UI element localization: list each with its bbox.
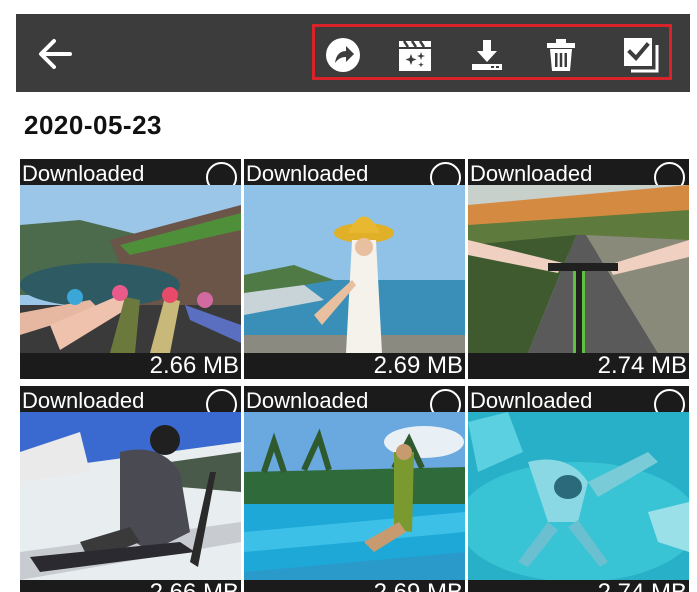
app-screen: 2020-05-23 Downloaded 2.66 MB Downloaded… [16,14,690,592]
file-size: 2.66 MB [150,580,239,592]
back-button[interactable] [34,36,74,72]
clapperboard-sparkle-icon [399,40,431,71]
arrow-left-icon [39,39,72,69]
top-toolbar [16,14,690,92]
media-tile[interactable]: Downloaded 2.69 MB [244,159,465,379]
download-status: Downloaded [22,161,145,186]
edit-video-button[interactable] [397,37,433,73]
file-size: 2.66 MB [149,352,239,379]
media-tile[interactable]: Downloaded 2.74 MB [468,386,689,592]
media-tile[interactable]: Downloaded 2.69 MB [244,386,465,592]
thumbnail [20,412,241,580]
download-button[interactable] [469,37,505,73]
select-all-button[interactable] [623,37,659,73]
thumbnail [468,185,689,353]
delete-button[interactable] [543,37,579,73]
file-size: 2.74 MB [597,352,687,379]
download-status: Downloaded [470,161,593,186]
action-group-highlight [312,24,672,80]
download-status: Downloaded [22,388,145,413]
download-icon [472,40,502,70]
share-icon [326,38,360,72]
thumbnail [468,412,689,580]
media-tile[interactable]: Downloaded 2.66 MB [20,386,241,592]
share-button[interactable] [325,37,361,73]
file-size: 2.69 MB [374,580,463,592]
trash-icon [547,39,575,71]
checkbox-stack-icon [624,38,659,73]
media-tile[interactable]: Downloaded 2.66 MB [20,159,241,379]
download-status: Downloaded [246,388,369,413]
file-size: 2.74 MB [598,580,687,592]
media-tile[interactable]: Downloaded 2.74 MB [468,159,689,379]
download-status: Downloaded [246,161,369,186]
thumbnail [20,185,241,353]
date-group-header: 2020-05-23 [24,110,162,140]
thumbnail [244,185,465,353]
thumbnail [244,412,465,580]
download-status: Downloaded [470,388,593,413]
file-size: 2.69 MB [373,352,463,379]
